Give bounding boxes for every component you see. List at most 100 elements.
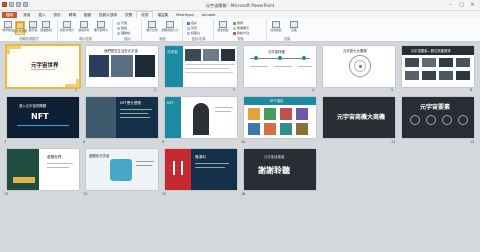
arrange-all-button[interactable]: 重排 bbox=[233, 21, 243, 25]
nft-image bbox=[248, 123, 260, 135]
text-line bbox=[185, 64, 235, 65]
element-icon bbox=[458, 115, 468, 125]
slide-thumbnail[interactable]: 元宇宙七大要素 bbox=[323, 46, 395, 87]
photo-placeholder bbox=[422, 71, 436, 80]
nft-image bbox=[264, 123, 276, 135]
slide-title: 元宇宙要素 bbox=[420, 104, 451, 111]
maximize-button[interactable]: □ bbox=[457, 2, 466, 8]
zoom-icon bbox=[148, 21, 156, 28]
slide-master-button[interactable]: 投影片母片 bbox=[60, 21, 74, 35]
grayscale-button[interactable]: 灰階 bbox=[187, 26, 197, 30]
photo-placeholder bbox=[439, 71, 453, 80]
color-icon bbox=[187, 21, 190, 25]
slide-title: 我們是否生活在元宇宙 bbox=[104, 49, 138, 53]
normal-view-button[interactable]: 標準模式 bbox=[2, 21, 14, 35]
arrange-icon bbox=[233, 21, 236, 25]
slide-thumbnail[interactable]: 雅達利 bbox=[165, 149, 237, 190]
text-line bbox=[136, 165, 152, 166]
slide-thumbnail[interactable]: 虛擬世界 bbox=[7, 149, 79, 190]
slide-title: 雅達利 bbox=[195, 155, 206, 159]
text-line bbox=[195, 163, 229, 164]
slide-title: NFT是什麼呢 bbox=[120, 101, 142, 105]
slide-thumbnail[interactable]: NFT是什麼呢 bbox=[86, 97, 158, 138]
fit-window-icon bbox=[166, 21, 174, 28]
photo-placeholder bbox=[203, 49, 219, 61]
text-line bbox=[215, 107, 233, 108]
gold-corner-decoration bbox=[65, 79, 79, 87]
macros-button[interactable]: 巨集 bbox=[289, 21, 299, 35]
black-white-icon bbox=[187, 31, 190, 35]
text-line bbox=[120, 113, 148, 114]
group-zoom: 顯示比例 調整視窗大小 縮放 bbox=[143, 19, 183, 41]
slide-number: 12 bbox=[470, 140, 475, 144]
ruler-checkbox[interactable]: 尺規 bbox=[117, 21, 127, 25]
slide-thumbnail[interactable]: NFT項目 bbox=[244, 97, 316, 138]
nft-image bbox=[296, 108, 308, 120]
checkbox-icon bbox=[117, 21, 120, 25]
slide-sorter-button[interactable]: 投影片瀏覽 bbox=[13, 21, 27, 35]
slide-thumbnail[interactable]: 元宇宙 bbox=[165, 46, 237, 87]
slide-thumbnail[interactable]: 元宇宙特徵 bbox=[244, 46, 316, 87]
photo-placeholder bbox=[456, 58, 470, 67]
color-button[interactable]: 色彩 bbox=[187, 21, 197, 25]
nft-image bbox=[248, 108, 260, 120]
reading-view-icon bbox=[42, 21, 50, 28]
person-photo bbox=[193, 103, 209, 135]
element-icon bbox=[426, 115, 436, 125]
slide-number: 14 bbox=[83, 192, 88, 196]
slide-sorter-icon bbox=[16, 22, 24, 29]
checkbox-icon bbox=[117, 31, 120, 35]
slide-thumbnail[interactable]: 遊戲化元宇宙 bbox=[86, 149, 158, 190]
gridlines-checkbox[interactable]: 格線 bbox=[117, 26, 127, 30]
notes-page-button[interactable]: 備忘稿 bbox=[28, 21, 38, 35]
slide-thumbnail[interactable]: 元宇宙要素—數位資產經濟 bbox=[402, 46, 474, 87]
minimize-button[interactable]: – bbox=[446, 2, 455, 8]
black-white-button[interactable]: 純黑白 bbox=[187, 31, 200, 35]
timeline-dot bbox=[302, 56, 306, 60]
close-button[interactable]: ✕ bbox=[468, 2, 477, 8]
slide-title: 遊戲化元宇宙 bbox=[89, 154, 110, 158]
handout-master-button[interactable]: 講義母片 bbox=[78, 21, 90, 35]
slide-number: 7 bbox=[4, 140, 7, 144]
slide-thumbnail[interactable]: 進入元宇宙的關鍵 NFT bbox=[7, 97, 79, 138]
zoom-button[interactable]: 顯示比例 bbox=[146, 21, 158, 35]
switch-windows-button[interactable]: 切換視窗 bbox=[270, 21, 282, 35]
ribbon-view: 標準模式 投影片瀏覽 備忘稿 閱讀檢視 簡報檢視模式 投影片母片 講義母片 備忘… bbox=[0, 18, 480, 42]
slide-sorter-pane[interactable]: 元宇宙世界 1 我們是否生活在元宇宙 2 元宇宙 3 元宇宙特徵 4 元宇宙七大… bbox=[0, 43, 480, 252]
slide-number: 3 bbox=[233, 88, 236, 92]
gold-corner-decoration bbox=[7, 46, 21, 54]
photo-placeholder bbox=[89, 55, 109, 77]
slide-title: NFT bbox=[167, 101, 174, 105]
cascade-button[interactable]: 重疊顯示 bbox=[233, 26, 249, 30]
fit-to-window-button[interactable]: 調整視窗大小 bbox=[162, 21, 178, 35]
photo-placeholder bbox=[456, 71, 470, 80]
photo-placeholder bbox=[135, 55, 155, 77]
slide-thumbnail[interactable]: 元宇宙要素 bbox=[402, 97, 474, 138]
title-underline bbox=[31, 69, 55, 70]
slide-title: 元宇宙特徵 bbox=[268, 50, 285, 54]
slide-title: NFT項目 bbox=[270, 99, 284, 103]
reading-view-button[interactable]: 閱讀檢視 bbox=[40, 21, 52, 35]
text-line bbox=[47, 163, 73, 164]
text-line bbox=[47, 167, 69, 168]
slide-thumbnail[interactable]: 我們是否生活在元宇宙 bbox=[86, 46, 158, 87]
text-line bbox=[120, 109, 152, 110]
radar-center-dot bbox=[359, 65, 362, 68]
slide-thumbnail[interactable]: 元宇宙這條路 謝謝聆聽 bbox=[244, 149, 316, 190]
notes-page-icon bbox=[29, 21, 37, 28]
slide-thumbnail[interactable]: 元宇宙世界 bbox=[5, 44, 81, 89]
guides-checkbox[interactable]: 輔助線 bbox=[117, 31, 130, 35]
group-presentation-views: 標準模式 投影片瀏覽 備忘稿 閱讀檢視 簡報檢視模式 bbox=[1, 19, 58, 41]
photo-placeholder bbox=[439, 58, 453, 67]
group-show: 尺規 格線 輔助線 顯示 bbox=[114, 19, 142, 41]
nft-image bbox=[264, 108, 276, 120]
move-split-button[interactable]: 移動分割 bbox=[233, 31, 249, 35]
text-line bbox=[136, 161, 154, 162]
slide-thumbnail[interactable]: NFT bbox=[165, 97, 237, 138]
slide-subtitle: 元宇宙這條路 bbox=[264, 155, 285, 159]
new-window-button[interactable]: 開新視窗 bbox=[217, 21, 229, 35]
tab-view[interactable]: 檢視 bbox=[136, 11, 154, 18]
slide-thumbnail[interactable]: 元宇宙商機大商機 bbox=[323, 97, 395, 138]
notes-master-button[interactable]: 備忘稿母片 bbox=[94, 21, 108, 35]
slide-number: 9 bbox=[162, 140, 165, 144]
